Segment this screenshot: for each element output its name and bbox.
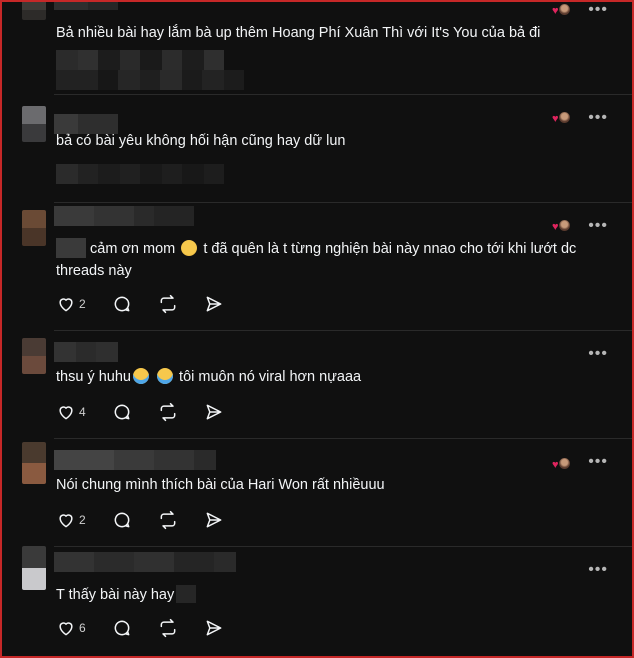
repost-button[interactable] [158,510,178,530]
like-count: 4 [79,405,86,419]
share-button[interactable] [204,510,224,530]
more-options-button[interactable]: ••• [588,110,608,126]
comment-text: Bả nhiều bài hay lắm bà up thêm Hoang Ph… [56,25,541,41]
username-redacted[interactable] [54,342,118,362]
like-button[interactable]: 2 [56,510,86,530]
like-button[interactable]: 6 [56,618,86,638]
repost-button[interactable] [158,294,178,314]
heart-outline-icon [59,406,73,420]
author-avatar [558,3,571,16]
more-options-button[interactable]: ••• [588,2,608,18]
heart-outline-icon [59,298,73,312]
redacted-content [56,70,244,92]
reply-button[interactable] [112,618,132,638]
share-button[interactable] [204,618,224,638]
comment-text: T thấy bài này hay [56,584,616,606]
redacted-content [176,585,197,603]
repost-button[interactable] [158,402,178,422]
avatar[interactable] [22,210,46,246]
action-bar: 2 [56,509,250,531]
comment-text: cảm ơn mom t đã quên là t từng nghiện bà… [90,238,630,260]
comment-text-part: cảm ơn mom [90,241,176,257]
thread-item: ••• thsu ý huhu tôi muôn nó viral hơn nự… [2,330,632,438]
author-avatar [558,219,571,232]
sad-face-emoji [181,240,198,256]
crying-face-emoji [157,368,174,384]
avatar[interactable] [22,338,46,374]
action-bar: 4 [56,401,250,423]
comment-text-part: tôi muôn nó viral hơn nựaaa [179,369,362,385]
like-count: 2 [79,297,86,311]
repost-button[interactable] [158,618,178,638]
share-button[interactable] [204,402,224,422]
thread-item: ♥ ••• Nói chung mình thích bài của Hari … [2,438,632,546]
username-redacted[interactable] [54,552,236,572]
more-options-button[interactable]: ••• [588,346,608,362]
crying-face-emoji [132,368,149,384]
send-icon [206,620,222,636]
redacted-content [56,164,224,184]
author-avatar [558,111,571,124]
liked-by-author-badge: ♥ [552,219,572,233]
more-options-button[interactable]: ••• [588,218,608,234]
redacted-mention [56,238,86,258]
like-count: 6 [79,621,86,635]
like-button[interactable]: 2 [56,294,86,314]
more-options-button[interactable]: ••• [588,562,608,578]
like-button[interactable]: 4 [56,402,86,422]
action-bar: 2 [56,293,250,315]
liked-by-author-badge: ♥ [552,3,572,17]
send-icon [206,512,222,528]
send-icon [206,404,222,420]
comment-text: Nói chung mình thích bài của Hari Won rấ… [56,477,385,493]
comment-icon [114,296,130,312]
thread-item: ♥ ••• bả có bài yêu không hối hận cũng h… [2,94,632,202]
comment-text: bả có bài yêu không hối hận cũng hay dữ … [56,133,346,149]
comment-icon [114,620,130,636]
reply-button[interactable] [112,402,132,422]
avatar[interactable] [22,106,46,142]
comment-text: thsu ý huhu tôi muôn nó viral hơn nựaaa [56,366,616,388]
comment-text-line2: threads này [56,263,132,279]
username-redacted[interactable] [54,450,216,470]
username-redacted[interactable] [54,206,194,226]
comment-text-part: t đã quên là t từng nghiện bài này nnao … [203,241,577,257]
repost-icon [160,294,176,314]
thread-item: ♥ ••• Bả nhiều bài hay lắm bà up thêm Ho… [2,0,632,94]
comment-icon [114,404,130,420]
username-redacted[interactable] [54,0,118,10]
comment-text-part: thsu ý huhu [56,369,131,385]
action-bar: 6 [56,617,250,639]
reply-button[interactable] [112,294,132,314]
liked-by-author-badge: ♥ [552,457,572,471]
repost-icon [160,510,176,530]
send-icon [206,296,222,312]
author-avatar [558,457,571,470]
thread-item: ••• T thấy bài này hay 6 [2,546,632,656]
avatar[interactable] [22,442,46,484]
more-options-button[interactable]: ••• [588,454,608,470]
reply-button[interactable] [112,510,132,530]
share-button[interactable] [204,294,224,314]
like-count: 2 [79,513,86,527]
comment-icon [114,512,130,528]
heart-outline-icon [59,514,73,528]
repost-icon [160,402,176,422]
avatar[interactable] [22,0,46,20]
liked-by-author-badge: ♥ [552,111,572,125]
thread-item: ♥ ••• cảm ơn mom t đã quên là t từng ngh… [2,202,632,330]
comment-text-part: T thấy bài này hay [56,587,175,603]
avatar[interactable] [22,546,46,590]
repost-icon [160,618,176,638]
heart-outline-icon [59,622,73,636]
